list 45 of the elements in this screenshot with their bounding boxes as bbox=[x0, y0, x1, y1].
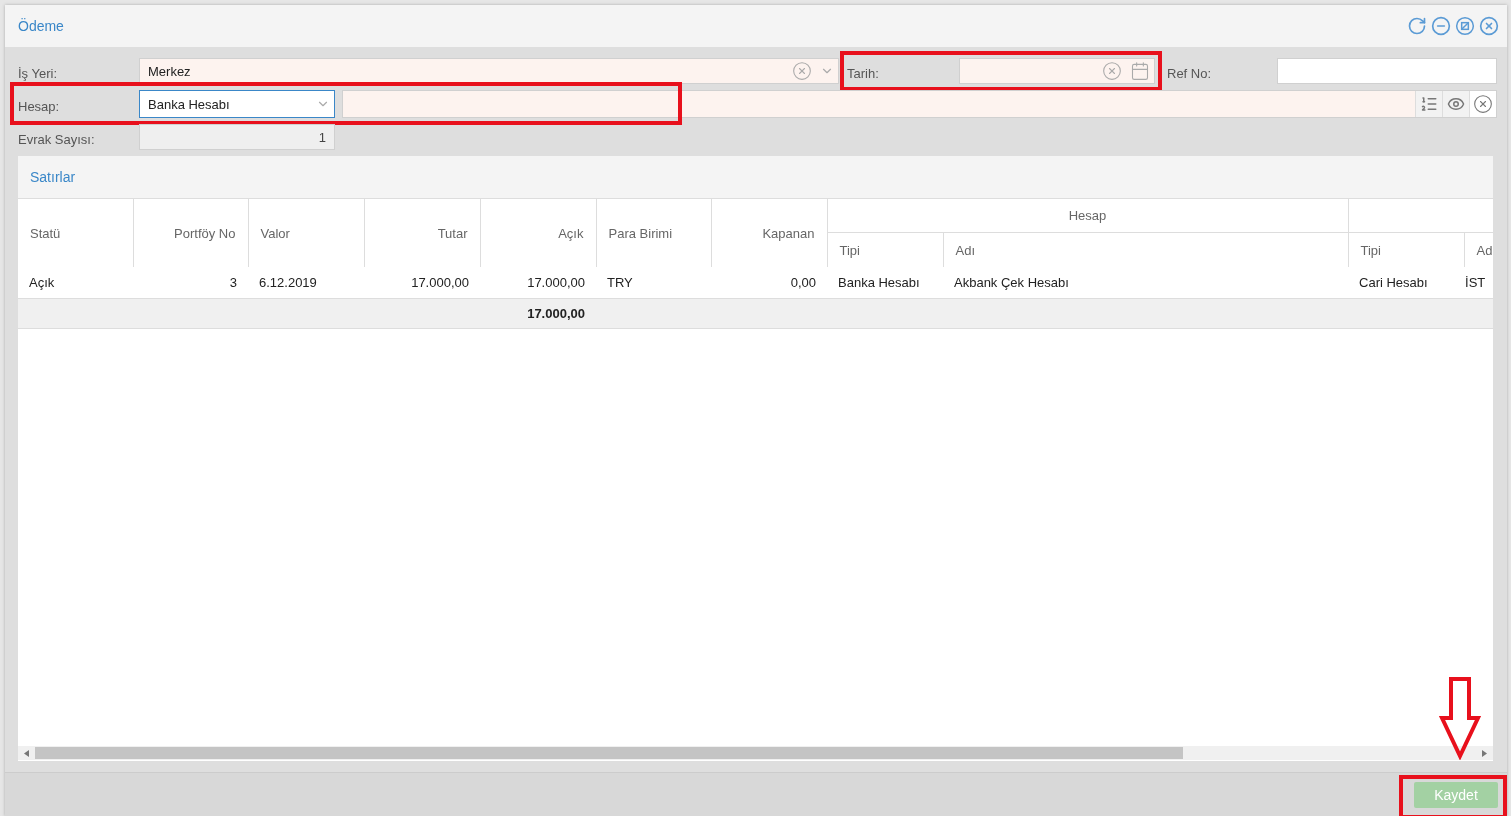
table-cell: TRY bbox=[596, 267, 711, 299]
column-group-header: Hesap bbox=[827, 199, 1348, 233]
table-cell: 3 bbox=[133, 267, 248, 299]
workplace-select[interactable]: Merkez bbox=[139, 58, 839, 84]
field-label: Hesap: bbox=[18, 97, 61, 114]
account-type-select[interactable]: Banka Hesabı bbox=[139, 90, 335, 118]
column-header[interactable]: Tipi bbox=[827, 232, 943, 267]
ref-no-field[interactable] bbox=[1277, 58, 1497, 84]
eye-icon[interactable] bbox=[1442, 91, 1469, 117]
column-header[interactable]: Para Birimi bbox=[596, 199, 711, 267]
field-label: Tarih: bbox=[847, 64, 880, 81]
table-cell: Banka Hesabı bbox=[827, 267, 943, 299]
column-header[interactable]: Açık bbox=[480, 199, 596, 267]
column-header[interactable]: Portföy No bbox=[133, 199, 248, 267]
field-label: Evrak Sayısı: bbox=[18, 130, 96, 147]
table-cell: Akbank Çek Hesabı bbox=[943, 267, 1348, 299]
document-count-field[interactable]: 1 bbox=[139, 124, 335, 150]
table-cell: 0,00 bbox=[711, 267, 827, 299]
close-icon[interactable] bbox=[1479, 16, 1499, 36]
date-field[interactable] bbox=[959, 58, 1155, 84]
field-label: İş Yeri: bbox=[18, 64, 59, 81]
column-header[interactable]: Tipi bbox=[1348, 232, 1464, 267]
column-header[interactable]: Ad bbox=[1464, 232, 1493, 267]
window-title: Ödeme bbox=[18, 18, 65, 34]
field-label: Ref No: bbox=[1167, 64, 1213, 81]
column-header[interactable]: Adı bbox=[943, 232, 1348, 267]
column-header[interactable]: Valor bbox=[248, 199, 364, 267]
table-cell: 17.000,00 bbox=[364, 267, 480, 299]
table-cell: Cari Hesabı bbox=[1348, 267, 1464, 299]
table-cell: İST bbox=[1464, 267, 1493, 299]
account-field[interactable] bbox=[342, 90, 1497, 118]
clear-icon[interactable] bbox=[1469, 91, 1496, 117]
refresh-icon[interactable] bbox=[1407, 16, 1427, 36]
minimize-icon[interactable] bbox=[1431, 16, 1451, 36]
column-header[interactable]: Tutar bbox=[364, 199, 480, 267]
table-cell: 17.000,00 bbox=[480, 267, 596, 299]
table-cell: 6.12.2019 bbox=[248, 267, 364, 299]
total-value: 17.000,00 bbox=[527, 306, 585, 321]
horizontal-scrollbar[interactable] bbox=[18, 746, 1493, 760]
maximize-icon[interactable] bbox=[1455, 16, 1475, 36]
numbered-list-icon[interactable] bbox=[1415, 91, 1442, 117]
table-cell: Açık bbox=[18, 267, 133, 299]
column-header[interactable]: Statü bbox=[18, 199, 133, 267]
column-header[interactable]: Kapanan bbox=[711, 199, 827, 267]
panel-title: Satırlar bbox=[30, 169, 76, 185]
